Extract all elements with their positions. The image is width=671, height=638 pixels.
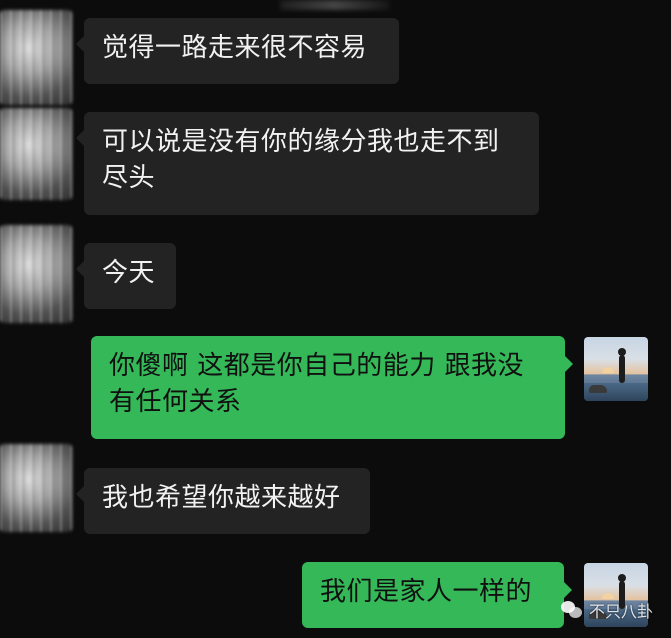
message-bubble-outgoing[interactable]: 你傻啊 这都是你自己的能力 跟我没有任何关系 — [91, 336, 573, 439]
message-bubble-outgoing[interactable]: 我们是家人一样的 — [302, 562, 572, 628]
message-bubble-incoming[interactable]: 我也希望你越来越好 — [76, 468, 370, 534]
contact-avatar[interactable] — [0, 10, 72, 105]
wechat-icon — [560, 599, 583, 621]
message-bubble-incoming[interactable]: 可以说是没有你的缘分我也走不到尽头 — [76, 112, 539, 215]
message-bubble-incoming[interactable]: 今天 — [76, 243, 176, 309]
message-text: 我也希望你越来越好 — [102, 483, 341, 513]
contact-avatar[interactable] — [0, 444, 72, 532]
watermark: 不只八卦 — [560, 598, 653, 622]
chat-window: 觉得一路走来很不容易 可以说是没有你的缘分我也走不到尽头 今天 你傻啊 这都是你… — [0, 0, 671, 638]
contact-avatar[interactable] — [0, 225, 72, 323]
contact-avatar[interactable] — [0, 108, 72, 200]
sunset-icon — [602, 367, 614, 373]
message-text: 可以说是没有你的缘分我也走不到尽头 — [102, 127, 500, 193]
user-avatar[interactable] — [584, 337, 648, 401]
message-text: 我们是家人一样的 — [320, 577, 533, 607]
message-text: 觉得一路走来很不容易 — [102, 33, 368, 63]
rock-icon — [589, 385, 607, 393]
blurred-header-fragment — [280, 0, 390, 10]
watermark-text: 不只八卦 — [588, 602, 653, 621]
message-text: 你傻啊 这都是你自己的能力 跟我没有任何关系 — [109, 351, 525, 417]
message-text: 今天 — [102, 258, 156, 288]
message-bubble-incoming[interactable]: 觉得一路走来很不容易 — [76, 18, 399, 84]
person-silhouette-icon — [618, 348, 626, 383]
